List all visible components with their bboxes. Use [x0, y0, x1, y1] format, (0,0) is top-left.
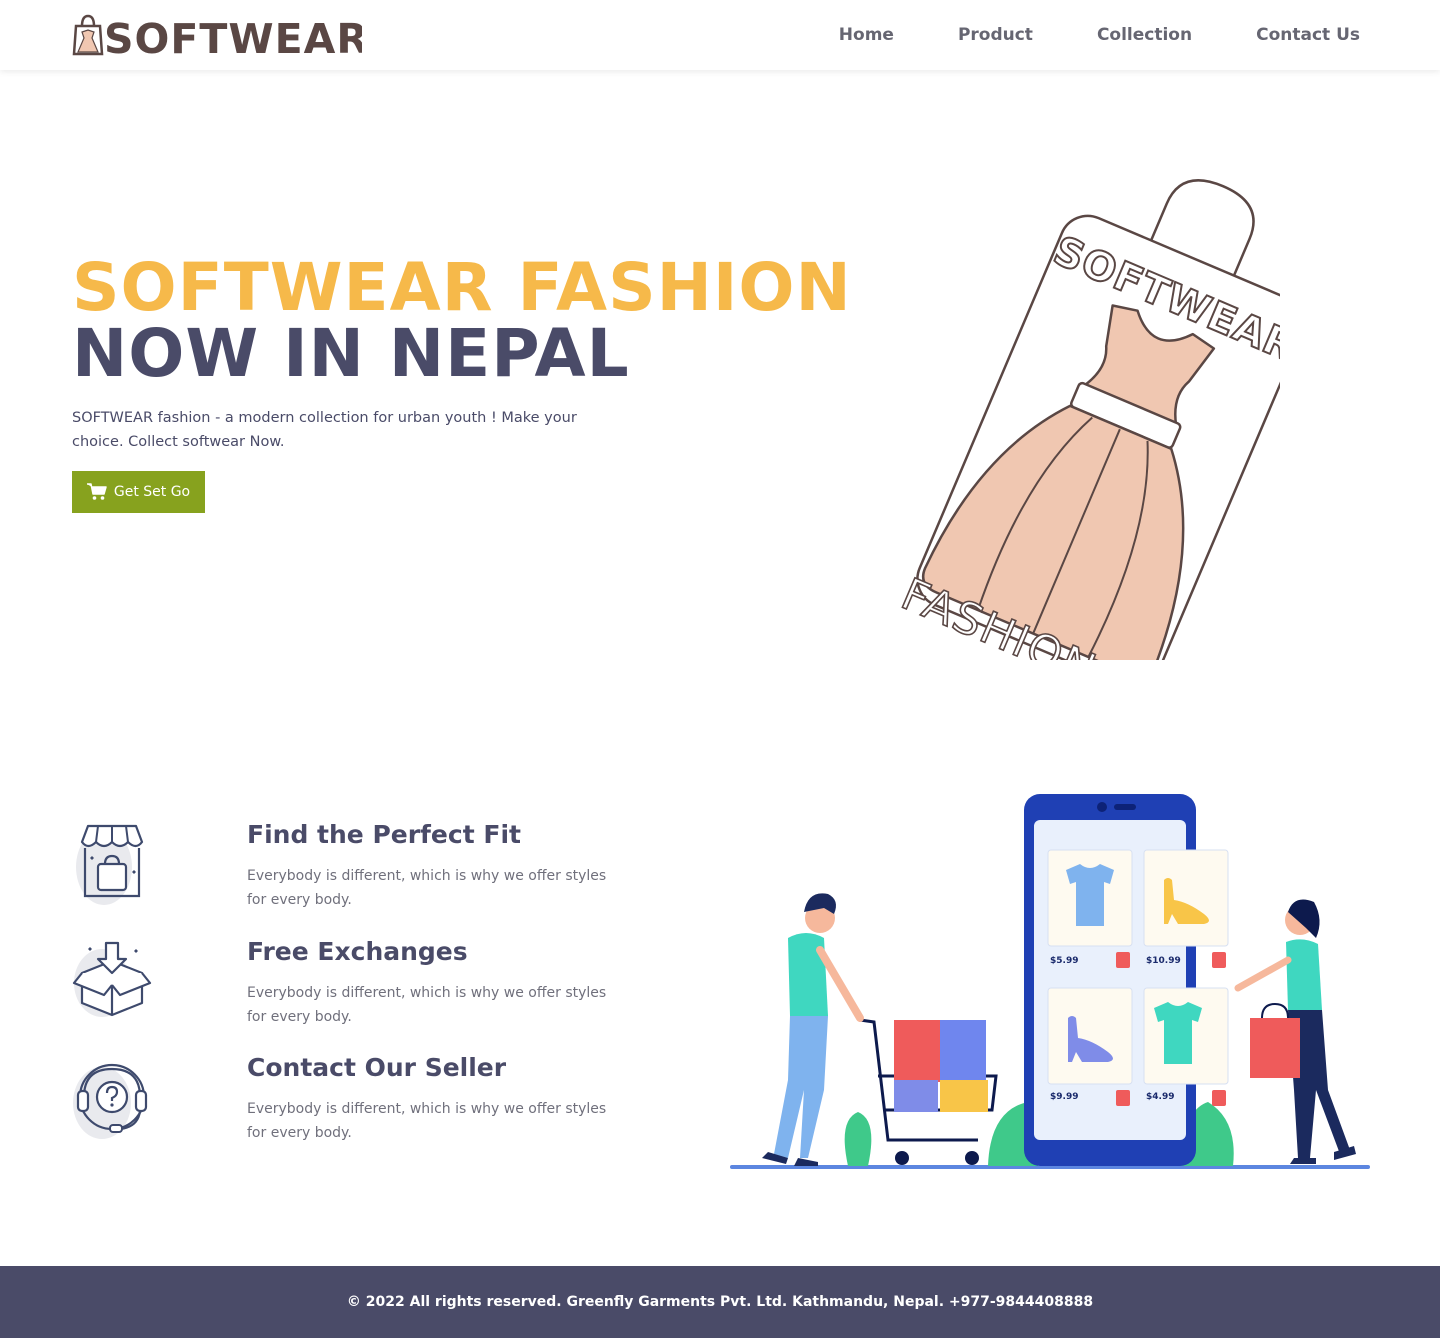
get-set-go-button[interactable]: Get Set Go: [72, 471, 205, 513]
navbar: SOFTWEAR Home Product Collection Contact…: [0, 0, 1440, 70]
main-nav: Home Product Collection Contact Us: [839, 0, 1360, 70]
nav-product[interactable]: Product: [958, 25, 1033, 45]
price-label: $4.99: [1146, 1092, 1174, 1102]
feature-text: Everybody is different, which is why we …: [247, 868, 607, 908]
feature-contact-seller: Contact Our Seller Everybody is differen…: [72, 1053, 632, 1155]
storefront-icon: [76, 824, 144, 905]
feature-title: Free Exchanges: [247, 937, 468, 966]
price-label: $5.99: [1050, 956, 1078, 966]
hero-description: SOFTWEAR fashion - a modern collection f…: [72, 410, 577, 450]
online-shopping-illustration: $5.99 $10.99 $9.99 $4.99: [730, 794, 1370, 1169]
fashion-tag-illustration: SOFTWEAR FASHION: [893, 179, 1280, 660]
footer-copyright: © 2022 All rights reserved. Greenfly Gar…: [346, 1294, 1094, 1310]
nav-collection[interactable]: Collection: [1097, 25, 1192, 45]
shopping-cart-icon: [86, 483, 107, 500]
cta-label: Get Set Go: [113, 484, 191, 500]
nav-home[interactable]: Home: [839, 25, 894, 45]
price-label: $9.99: [1050, 1092, 1078, 1102]
logo-icon: SOFTWEAR: [72, 14, 362, 58]
nav-contact-us[interactable]: Contact Us: [1256, 25, 1360, 45]
hero-title-line2: NOW IN NEPAL: [72, 315, 630, 392]
feature-text: Everybody is different, which is why we …: [247, 1101, 607, 1141]
feature-title: Find the Perfect Fit: [247, 820, 521, 849]
price-label: $10.99: [1146, 956, 1181, 966]
footer: © 2022 All rights reserved. Greenfly Gar…: [0, 1266, 1440, 1338]
svg-text:SOFTWEAR: SOFTWEAR: [104, 15, 362, 58]
headset-support-icon: [73, 1063, 148, 1139]
box-download-icon: [72, 941, 152, 1017]
feature-free-exchanges: Free Exchanges Everybody is different, w…: [72, 937, 632, 1039]
feature-text: Everybody is different, which is why we …: [247, 985, 607, 1025]
feature-perfect-fit: Find the Perfect Fit Everybody is differ…: [72, 820, 632, 922]
feature-title: Contact Our Seller: [247, 1053, 507, 1082]
